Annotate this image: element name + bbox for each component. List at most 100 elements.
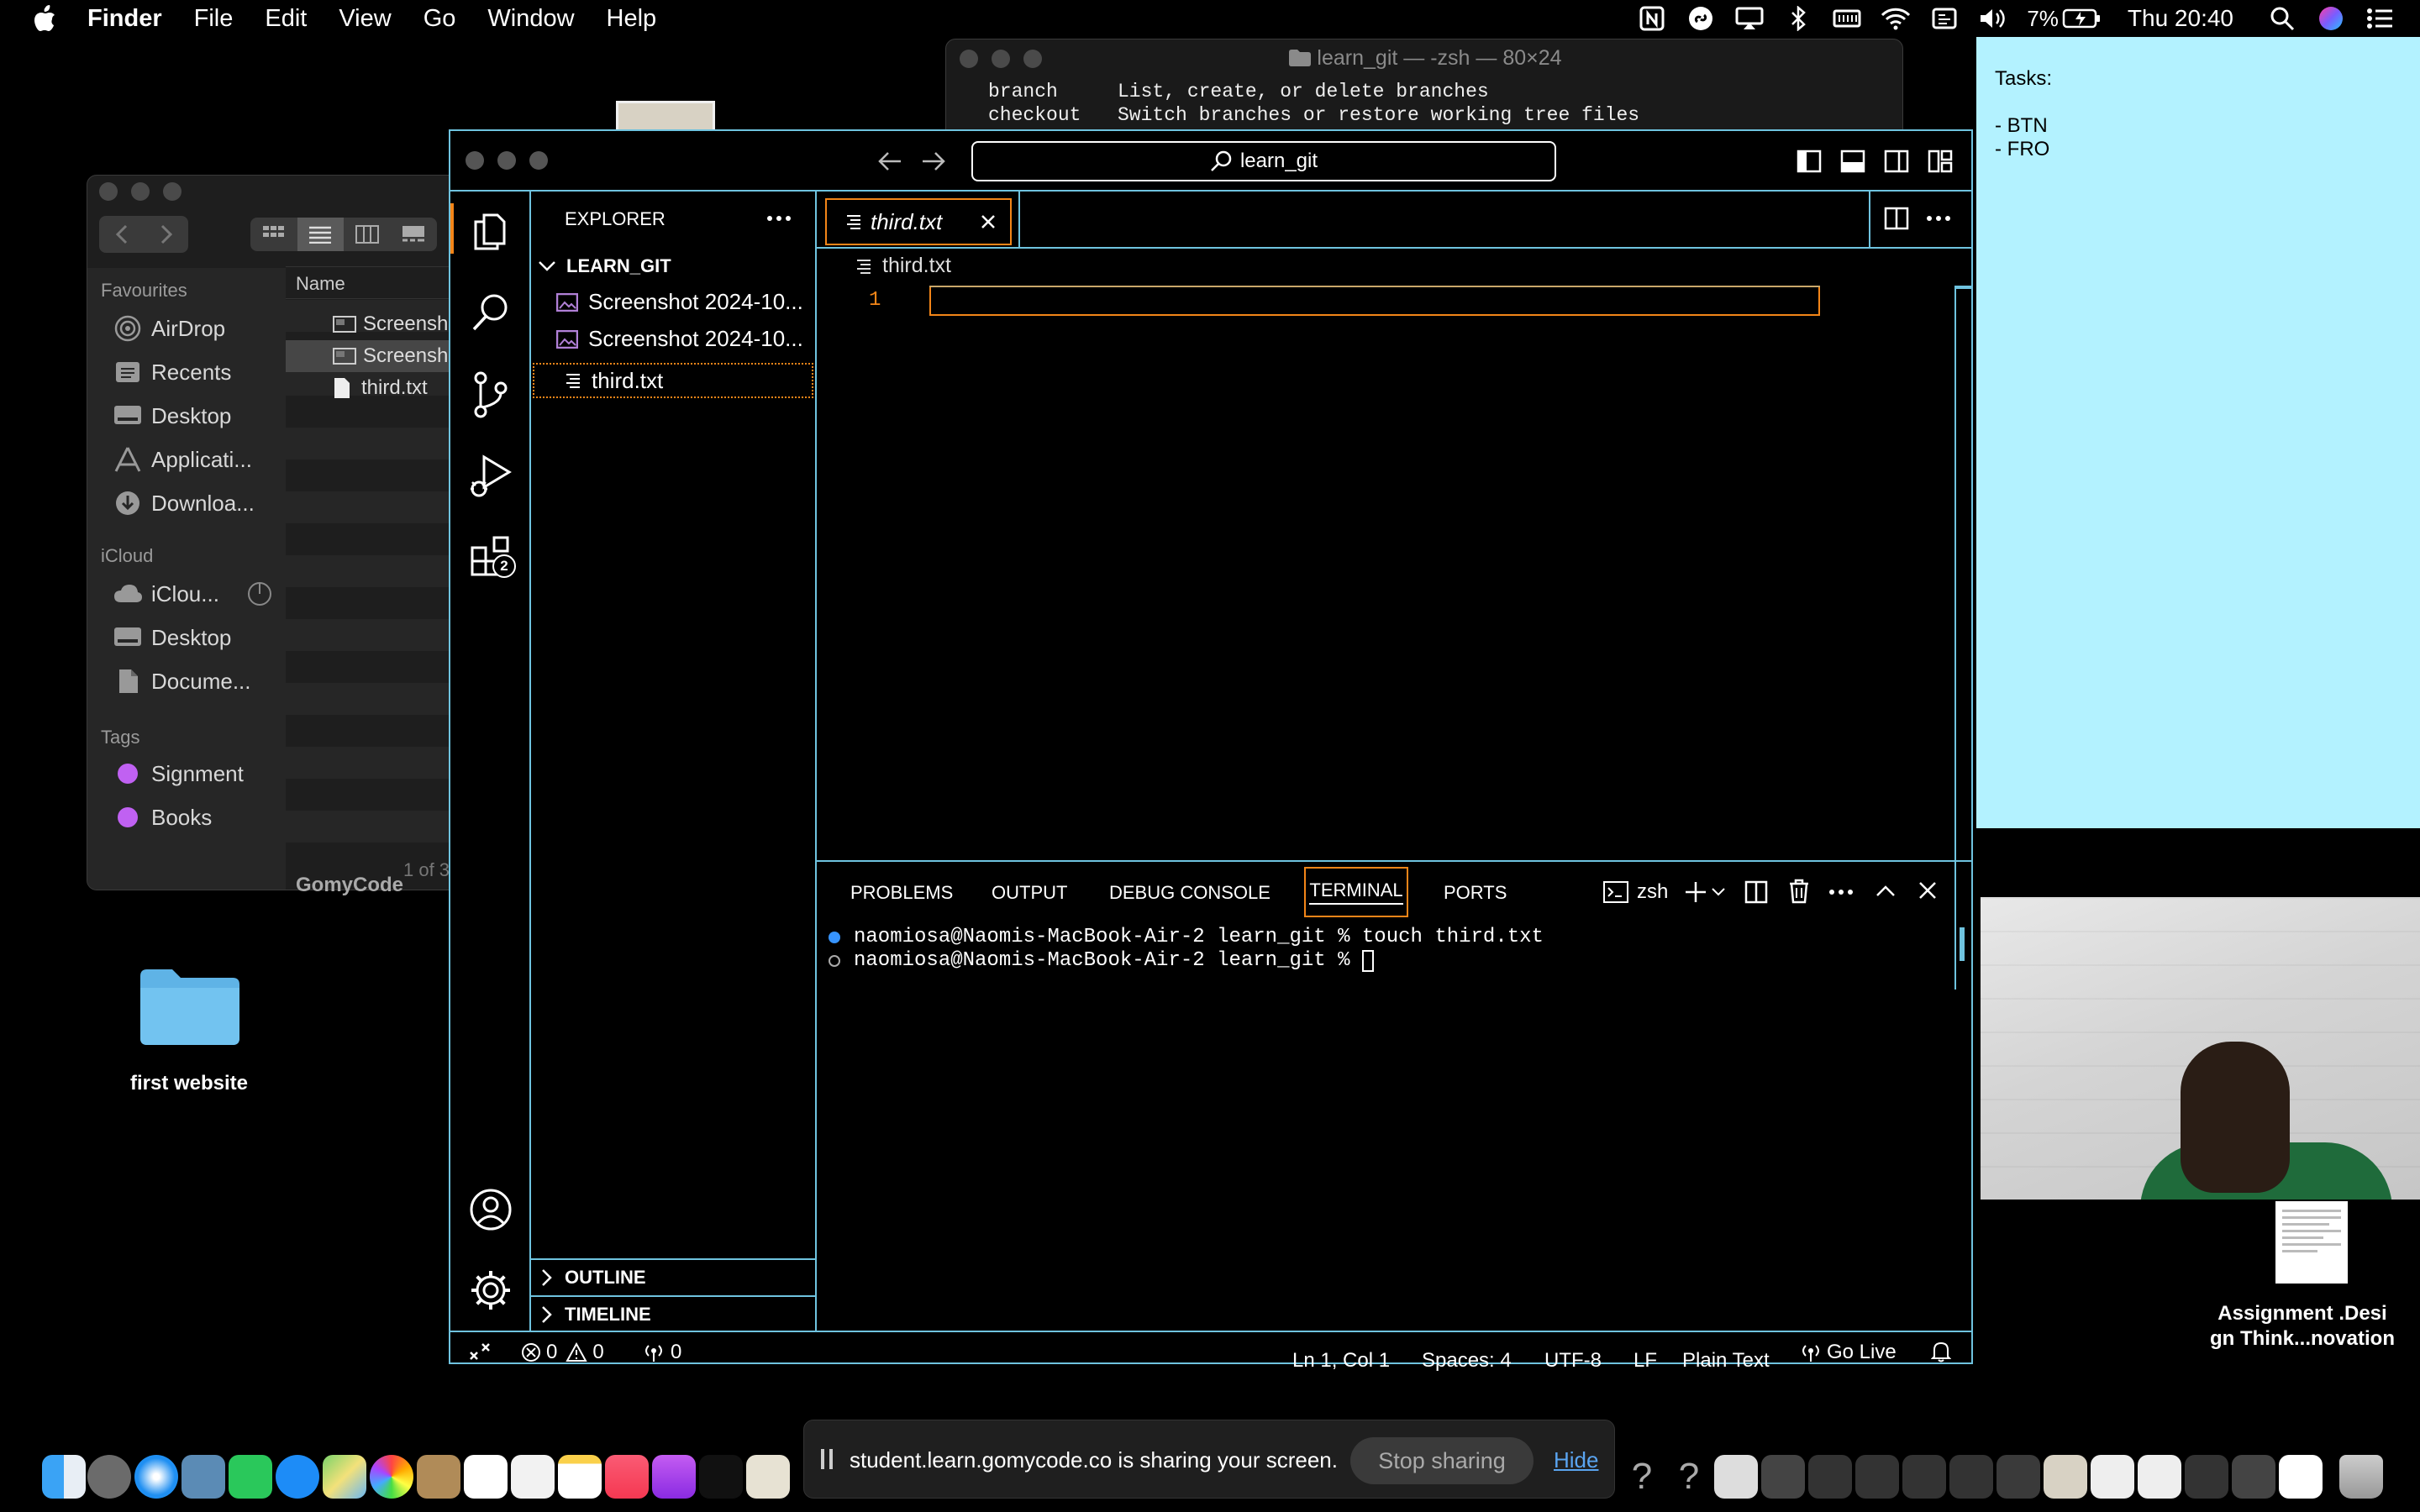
view-switcher[interactable] xyxy=(250,218,437,251)
search-icon[interactable] xyxy=(471,291,513,334)
help-dock-icon[interactable]: ? xyxy=(1620,1455,1664,1499)
go-live-button[interactable]: Go Live xyxy=(1800,1341,1897,1364)
minimize-button[interactable] xyxy=(497,151,516,170)
customize-layout-icon[interactable] xyxy=(1928,150,1953,173)
cursor-position[interactable]: Ln 1, Col 1 xyxy=(1292,1349,1390,1373)
grid-view-icon[interactable] xyxy=(250,218,297,251)
breadcrumb[interactable]: third.txt xyxy=(855,254,951,278)
split-editor-icon[interactable] xyxy=(1884,207,1909,230)
notification-center-icon[interactable] xyxy=(2365,6,2395,31)
close-icon[interactable] xyxy=(981,214,996,229)
back-button[interactable] xyxy=(99,216,188,253)
folder-header[interactable]: LEARN_GIT xyxy=(538,255,671,277)
menu-file[interactable]: File xyxy=(194,5,234,33)
chevron-left-icon[interactable] xyxy=(115,224,129,244)
more-actions-icon[interactable] xyxy=(1828,889,1854,895)
explorer-file-item[interactable]: Screenshot 2024-10... xyxy=(556,326,803,352)
pause-icon[interactable] xyxy=(819,1447,834,1471)
window-dock-icon[interactable] xyxy=(1761,1455,1805,1499)
forward-arrow-icon[interactable] xyxy=(919,150,946,173)
minimize-button[interactable] xyxy=(131,182,150,201)
tab-debug-console[interactable]: DEBUG CONSOLE xyxy=(1109,882,1270,904)
window-dock-icon[interactable] xyxy=(2044,1455,2087,1499)
chevron-right-icon[interactable] xyxy=(160,224,173,244)
outline-section[interactable]: OUTLINE xyxy=(541,1267,646,1289)
more-actions-icon[interactable] xyxy=(1926,215,1951,222)
reminders-dock-icon[interactable] xyxy=(511,1455,555,1499)
safari-dock-icon[interactable] xyxy=(134,1455,178,1499)
window-dock-icon[interactable] xyxy=(1808,1455,1852,1499)
tab-terminal[interactable]: TERMINAL xyxy=(1304,867,1408,917)
trash-dock-icon[interactable] xyxy=(2339,1455,2383,1499)
desktop-image-thumb[interactable] xyxy=(616,101,715,129)
notes-dock-icon[interactable] xyxy=(558,1455,602,1499)
sidebar-item-icloud-drive[interactable]: iClou... xyxy=(113,577,273,611)
window-dock-icon[interactable] xyxy=(1902,1455,1946,1499)
sidebar-item-tag-books[interactable]: Books xyxy=(113,801,212,834)
command-center-search[interactable]: learn_git xyxy=(971,141,1556,181)
menu-window[interactable]: Window xyxy=(487,5,574,33)
podcasts-dock-icon[interactable] xyxy=(652,1455,696,1499)
bluetooth-icon[interactable] xyxy=(1783,6,1813,31)
toggle-panel-icon[interactable] xyxy=(1840,150,1865,173)
window-dock-icon[interactable] xyxy=(1855,1455,1899,1499)
file-row-selected[interactable]: Screensh xyxy=(286,340,472,372)
desktop-item-label-partial[interactable]: GomyCode xyxy=(296,874,403,897)
problems-status[interactable]: 0 0 xyxy=(521,1341,604,1364)
spotlight-icon[interactable] xyxy=(2267,6,2297,31)
indentation[interactable]: Spaces: 4 xyxy=(1422,1349,1512,1373)
messages-dock-icon[interactable] xyxy=(276,1455,319,1499)
wifi-icon[interactable] xyxy=(1881,6,1911,31)
menu-go[interactable]: Go xyxy=(424,5,456,33)
document-dock-icon[interactable] xyxy=(1714,1455,1758,1499)
current-line-highlight[interactable] xyxy=(929,286,1820,316)
chevron-down-icon[interactable] xyxy=(1711,887,1726,897)
sidebar-item-downloads[interactable]: Downloa... xyxy=(113,486,255,520)
folder-icon[interactable] xyxy=(139,964,241,1045)
launchpad-dock-icon[interactable] xyxy=(87,1455,131,1499)
encoding[interactable]: UTF-8 xyxy=(1544,1349,1602,1373)
sidebar-item-tag-signment[interactable]: Signment xyxy=(113,757,244,790)
trash-icon[interactable] xyxy=(1788,879,1810,904)
zoom-button[interactable] xyxy=(529,151,548,170)
apple-icon[interactable] xyxy=(32,4,57,33)
bell-icon[interactable] xyxy=(1931,1341,1951,1362)
source-control-icon[interactable] xyxy=(471,371,511,418)
terminal-profile[interactable]: zsh xyxy=(1603,880,1668,904)
menu-app-name[interactable]: Finder xyxy=(87,5,162,33)
battery-icon[interactable] xyxy=(2062,6,2101,31)
window-dock-icon[interactable] xyxy=(2232,1455,2275,1499)
sidebar-item-airdrop[interactable]: AirDrop xyxy=(113,312,225,345)
zoom-button[interactable] xyxy=(163,182,182,201)
memory-icon[interactable] xyxy=(1832,6,1862,31)
hide-link[interactable]: Hide xyxy=(1554,1447,1598,1473)
tab-problems[interactable]: PROBLEMS xyxy=(850,882,953,904)
contacts-dock-icon[interactable] xyxy=(417,1455,460,1499)
volume-icon[interactable] xyxy=(1978,6,2008,31)
gear-icon[interactable] xyxy=(469,1268,513,1312)
document-label-line-1[interactable]: Assignment .Desi xyxy=(2185,1302,2420,1326)
toggle-secondary-sidebar-icon[interactable] xyxy=(1884,150,1909,173)
timeline-section[interactable]: TIMELINE xyxy=(541,1304,651,1326)
document-thumbnail[interactable] xyxy=(2275,1201,2348,1284)
sidebar-item-applications[interactable]: Applicati... xyxy=(113,443,252,476)
window-dock-icon[interactable] xyxy=(1996,1455,2040,1499)
split-terminal-icon[interactable] xyxy=(1744,880,1768,904)
ports-status[interactable]: 0 xyxy=(642,1341,681,1364)
window-dock-icon[interactable] xyxy=(1949,1455,1993,1499)
more-actions-icon[interactable] xyxy=(766,215,792,222)
file-row[interactable]: Screensh xyxy=(286,308,472,340)
folder-label[interactable]: first website xyxy=(101,1072,277,1095)
sticky-note[interactable]: Tasks: - BTN - FRO xyxy=(1976,37,2420,828)
sidebar-item-desktop[interactable]: Desktop xyxy=(113,399,231,433)
close-button[interactable] xyxy=(466,151,484,170)
music-dock-icon[interactable] xyxy=(605,1455,649,1499)
account-icon[interactable] xyxy=(469,1188,513,1231)
sidebar-item-recents[interactable]: Recents xyxy=(113,355,231,389)
remote-icon[interactable] xyxy=(469,1341,491,1362)
tab-ports[interactable]: PORTS xyxy=(1444,882,1507,904)
maps-dock-icon[interactable] xyxy=(323,1455,366,1499)
siri-icon[interactable] xyxy=(2316,6,2346,31)
menu-edit[interactable]: Edit xyxy=(265,5,307,33)
photos-dock-icon[interactable] xyxy=(370,1455,413,1499)
